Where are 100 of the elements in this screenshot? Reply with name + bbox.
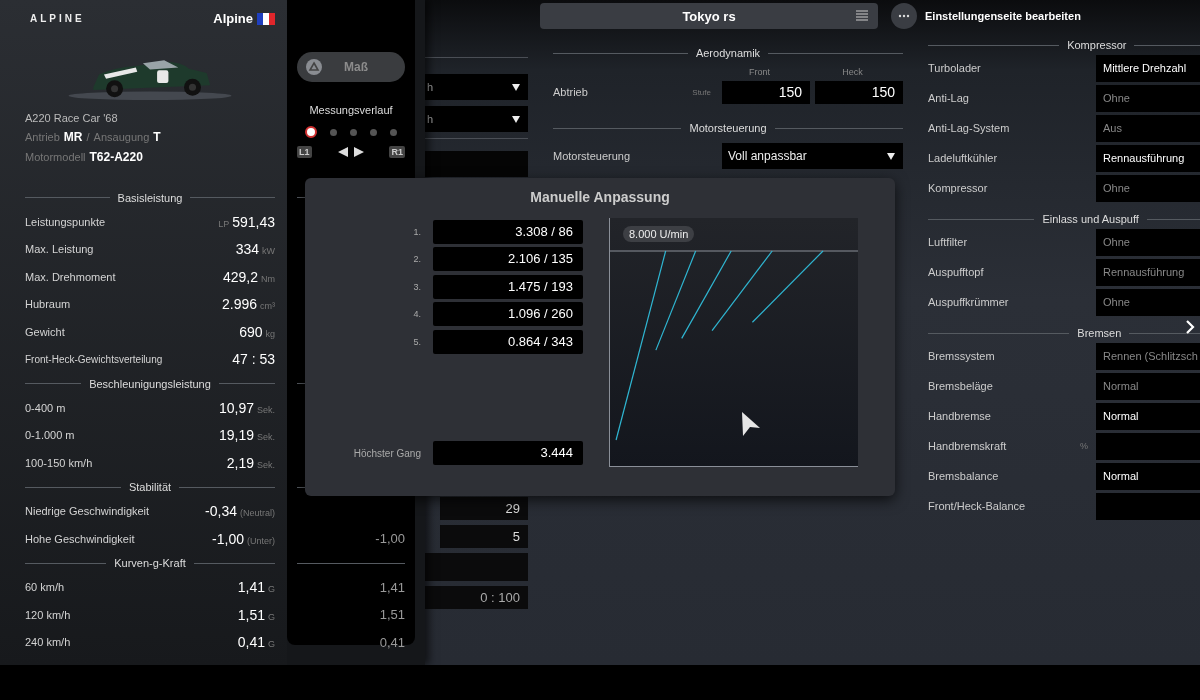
history-dot[interactable] — [370, 128, 377, 136]
stat-label: Hohe Geschwindigkeit — [25, 532, 135, 545]
setting-label: Turbolader — [928, 62, 982, 74]
setting-label: Abtrieb — [553, 86, 589, 98]
chevron-right-icon[interactable] — [1185, 319, 1195, 335]
stat-label: Niedrige Geschwindigkeit — [25, 505, 150, 518]
setting-field[interactable]: Mittlere Drehzahl — [1096, 54, 1200, 82]
value-field[interactable]: 5 — [440, 525, 528, 548]
stat-value: 47 : 53 — [232, 351, 275, 368]
more-button[interactable] — [891, 3, 917, 29]
history-dot[interactable] — [390, 128, 397, 136]
gear-ratio-field[interactable]: 0.864 / 343 — [433, 329, 583, 354]
top-gear-label: Höchster Gang — [353, 447, 421, 459]
rpm-badge: 8.000 U/min — [623, 226, 695, 242]
r1-key[interactable]: R1 — [389, 146, 405, 158]
gear-ratio-field[interactable]: 1.096 / 260 — [433, 302, 583, 327]
dropdown[interactable]: h — [425, 74, 528, 100]
caret-icon — [512, 115, 520, 123]
gear-label: 3. — [413, 281, 421, 292]
setting-label: Handbremskraft — [928, 440, 1008, 452]
history-dot[interactable] — [305, 126, 317, 138]
brand-logo: ALPINE — [30, 13, 86, 24]
comparison-value: -1,00 — [375, 531, 405, 547]
setting-label: Bremsbeläge — [928, 380, 994, 392]
flag-icon — [257, 12, 275, 25]
stat-label: Max. Leistung — [25, 243, 94, 256]
setting-label: Anti-Lag — [928, 92, 970, 104]
stat-value: 429,2 — [222, 268, 258, 285]
list-icon — [856, 10, 868, 22]
dropdown[interactable]: h — [425, 106, 528, 132]
stat-label: Front-Heck-Gewichtsverteilung — [25, 353, 163, 365]
stat-value: -0,34 — [205, 503, 237, 520]
gear-ratio-field[interactable]: 2.106 / 135 — [433, 247, 583, 272]
dropdown[interactable]: Voll anpassbar — [722, 143, 903, 169]
number-field[interactable]: 150 — [815, 80, 903, 104]
column-heading: Front — [748, 67, 771, 77]
section-heading: Motorsteuerung — [689, 122, 767, 134]
setting-label: Front/Heck-Balance — [928, 500, 1027, 512]
setting-label: Anti-Lag-System — [928, 122, 1011, 134]
separator-text: / — [86, 131, 90, 143]
caret-icon — [512, 83, 520, 91]
setting-field[interactable]: Normal — [1096, 462, 1200, 490]
value-field[interactable]: 29 — [440, 497, 528, 520]
caret-icon — [887, 152, 895, 160]
stat-label: Hubraum — [25, 298, 71, 311]
history-title: Messungsverlauf — [309, 104, 393, 116]
unit-label: G — [268, 639, 275, 650]
setting-label: Auspufftopf — [928, 266, 985, 278]
unit-label: Stufe — [692, 87, 711, 97]
stat-value: 19,19 — [218, 427, 254, 444]
setting-field[interactable] — [1096, 492, 1200, 520]
stat-label: 100-150 km/h — [25, 456, 93, 469]
setting-field[interactable] — [1096, 432, 1200, 460]
comparison-value: 0,41 — [379, 634, 405, 650]
edit-settings-link[interactable]: Einstellungenseite bearbeiten — [925, 10, 1081, 22]
car-name: A220 Race Car '68 — [25, 112, 119, 124]
l1-key[interactable]: L1 — [297, 146, 312, 158]
section-heading: Stabilität — [128, 481, 172, 493]
setting-label: Motorsteuerung — [553, 150, 632, 162]
stat-value: 1,51 — [237, 606, 265, 623]
stat-label: Max. Drehmoment — [25, 270, 116, 283]
stat-value: 334 — [235, 241, 259, 258]
spec-label: Motormodell — [25, 151, 86, 163]
section-heading: Basisleistung — [117, 191, 183, 204]
number-field[interactable]: 150 — [722, 80, 810, 104]
gear-ratio-field[interactable]: 1.475 / 193 — [433, 274, 583, 299]
value-field[interactable] — [425, 151, 528, 177]
setting-label: Handbremse — [928, 410, 992, 422]
stat-value: 690 — [239, 323, 263, 340]
stat-value: 2,19 — [226, 454, 254, 471]
more-icon — [898, 14, 910, 18]
stat-value: -1,00 — [212, 530, 244, 547]
value-field[interactable] — [425, 553, 528, 581]
unit-label: (Unter) — [247, 535, 275, 546]
value-field[interactable]: 0 : 100 — [425, 586, 528, 609]
setting-field[interactable]: Normal — [1096, 402, 1200, 430]
section-heading: Bremsen — [1077, 327, 1122, 339]
unit-label: kW — [262, 246, 275, 257]
setting-label: Auspuffkrümmer — [928, 296, 1010, 308]
column-heading: Heck — [841, 67, 864, 77]
maker-name: Alpine — [213, 11, 253, 26]
history-dot[interactable] — [330, 128, 337, 136]
stat-value: 1,41 — [237, 579, 265, 596]
top-gear-field[interactable]: 3.444 — [433, 441, 583, 466]
setting-label: Ladeluftkühler — [928, 152, 999, 164]
unit-label: Sek. — [257, 404, 275, 415]
setting-field[interactable]: Rennausführung — [1096, 144, 1200, 172]
stat-label: 60 km/h — [25, 581, 65, 594]
spec-label: Antrieb — [25, 131, 60, 143]
stat-label: Leistungspunkte — [25, 215, 106, 228]
spec-value: T62-A220 — [89, 150, 143, 164]
gear-label: 2. — [413, 254, 421, 265]
history-dot[interactable] — [350, 128, 357, 136]
stat-value: 0,41 — [237, 634, 265, 651]
stat-value: 591,43 — [232, 213, 275, 230]
pointer-icon — [741, 411, 761, 437]
setup-name-bar[interactable]: Tokyo rs — [540, 3, 878, 29]
unit-label: Sek. — [257, 432, 275, 443]
unit-label: Sek. — [257, 459, 275, 470]
gear-ratio-field[interactable]: 3.308 / 86 — [433, 219, 583, 244]
